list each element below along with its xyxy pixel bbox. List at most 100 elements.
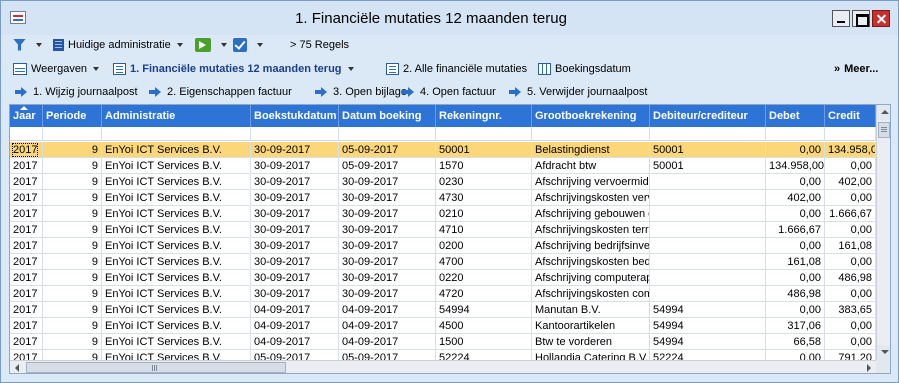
table-row-selected[interactable]: 2017 9 EnYoi ICT Services B.V. 30-09-2017 05… — [10, 142, 876, 158]
cell-jaar[interactable]: 2017 — [10, 158, 43, 174]
cell-periode[interactable]: 9 — [43, 222, 102, 238]
cell-grootboekrekening[interactable]: Btw te vorderen — [532, 334, 650, 350]
cell-datum-boeking[interactable]: 30-09-2017 — [339, 222, 436, 238]
views-dropdown[interactable]: Weergaven — [13, 60, 100, 77]
table-row[interactable]: 2017 9 EnYoi ICT Services B.V. 30-09-2017 30… — [10, 238, 876, 254]
cell-debiteur-crediteur[interactable] — [650, 270, 766, 286]
cell-administratie[interactable]: EnYoi ICT Services B.V. — [102, 174, 251, 190]
export-dropdown[interactable] — [195, 36, 227, 53]
action-delete-journal[interactable]: 5. Verwijder journaalpost — [509, 83, 647, 100]
cell-rekeningnr[interactable]: 0220 — [436, 270, 532, 286]
cell-jaar[interactable]: 2017 — [10, 142, 43, 158]
cell-grootboekrekening[interactable]: Belastingdienst — [532, 142, 650, 158]
column-header-rekeningnr[interactable]: Rekeningnr. — [436, 105, 532, 127]
cell-periode[interactable]: 9 — [43, 174, 102, 190]
column-header-credit[interactable]: Credit — [825, 105, 876, 127]
cell-jaar[interactable]: 2017 — [10, 318, 43, 334]
cell-debet[interactable]: 66,58 — [766, 334, 825, 350]
cell-datum-boeking[interactable]: 30-09-2017 — [339, 238, 436, 254]
filter-cell[interactable] — [251, 127, 339, 141]
cell-datum-boeking[interactable]: 30-09-2017 — [339, 286, 436, 302]
cell-periode[interactable]: 9 — [43, 158, 102, 174]
cell-credit[interactable]: 0,00 — [825, 286, 876, 302]
cell-periode[interactable]: 9 — [43, 302, 102, 318]
cell-boekstukdatum[interactable]: 30-09-2017 — [251, 190, 339, 206]
cell-boekstukdatum[interactable]: 30-09-2017 — [251, 142, 339, 158]
action-open-invoice[interactable]: 4. Open factuur — [402, 83, 496, 100]
cell-administratie[interactable]: EnYoi ICT Services B.V. — [102, 222, 251, 238]
cell-grootboekrekening[interactable]: Afschrijving gebouwen en terreinen — [532, 206, 650, 222]
minimize-button[interactable] — [832, 10, 850, 27]
cell-administratie[interactable]: EnYoi ICT Services B.V. — [102, 302, 251, 318]
table-row[interactable]: 2017 9 EnYoi ICT Services B.V. 05-09-2017 05… — [10, 350, 876, 360]
vertical-scrollbar[interactable] — [876, 105, 890, 360]
cell-boekstukdatum[interactable]: 30-09-2017 — [251, 222, 339, 238]
cell-boekstukdatum[interactable]: 30-09-2017 — [251, 174, 339, 190]
cell-boekstukdatum[interactable]: 04-09-2017 — [251, 318, 339, 334]
cell-debiteur-crediteur[interactable] — [650, 174, 766, 190]
cell-periode[interactable]: 9 — [43, 206, 102, 222]
cell-boekstukdatum[interactable]: 30-09-2017 — [251, 254, 339, 270]
cell-grootboekrekening[interactable]: Hollandia Catering B.V. — [532, 350, 650, 360]
table-row[interactable]: 2017 9 EnYoi ICT Services B.V. 04-09-2017 04… — [10, 334, 876, 350]
cell-debet[interactable]: 0,00 — [766, 142, 825, 158]
cell-jaar[interactable]: 2017 — [10, 206, 43, 222]
cell-boekstukdatum[interactable]: 30-09-2017 — [251, 158, 339, 174]
cell-rekeningnr[interactable]: 4700 — [436, 254, 532, 270]
cell-rekeningnr[interactable]: 54994 — [436, 302, 532, 318]
cell-jaar[interactable]: 2017 — [10, 254, 43, 270]
cell-administratie[interactable]: EnYoi ICT Services B.V. — [102, 286, 251, 302]
action-invoice-properties[interactable]: 2. Eigenschappen factuur — [149, 83, 292, 100]
cell-debiteur-crediteur[interactable]: 54994 — [650, 318, 766, 334]
cell-boekstukdatum[interactable]: 04-09-2017 — [251, 302, 339, 318]
cell-credit[interactable]: 383,65 — [825, 302, 876, 318]
cell-jaar[interactable]: 2017 — [10, 222, 43, 238]
cell-boekstukdatum[interactable]: 05-09-2017 — [251, 350, 339, 360]
cell-credit[interactable]: 0,00 — [825, 334, 876, 350]
cell-grootboekrekening[interactable]: Afschrijving vervoermiddelen — [532, 174, 650, 190]
cell-grootboekrekening[interactable]: Afschrijving bedrijfsinventaris — [532, 238, 650, 254]
table-row[interactable]: 2017 9 EnYoi ICT Services B.V. 30-09-2017 30… — [10, 174, 876, 190]
filter-cell[interactable] — [339, 127, 436, 141]
close-button[interactable] — [872, 10, 890, 27]
cell-credit[interactable]: 161,08 — [825, 238, 876, 254]
cell-jaar[interactable]: 2017 — [10, 350, 43, 360]
cell-datum-boeking[interactable]: 30-09-2017 — [339, 206, 436, 222]
cell-debiteur-crediteur[interactable]: 54994 — [650, 334, 766, 350]
more-button[interactable]: » Meer... — [834, 60, 878, 77]
column-header-administratie[interactable]: Administratie — [102, 105, 251, 127]
cell-debet[interactable]: 161,08 — [766, 254, 825, 270]
filter-dropdown[interactable] — [13, 36, 42, 53]
cell-debet[interactable]: 0,00 — [766, 302, 825, 318]
vertical-scroll-thumb[interactable] — [878, 122, 890, 138]
cell-debet[interactable]: 134.958,00 — [766, 158, 825, 174]
cell-datum-boeking[interactable]: 30-09-2017 — [339, 270, 436, 286]
cell-credit[interactable]: 134.958,00 — [825, 142, 876, 158]
cell-jaar[interactable]: 2017 — [10, 286, 43, 302]
cell-rekeningnr[interactable]: 4710 — [436, 222, 532, 238]
cell-administratie[interactable]: EnYoi ICT Services B.V. — [102, 270, 251, 286]
cell-credit[interactable]: 0,00 — [825, 158, 876, 174]
cell-debiteur-crediteur[interactable]: 52224 — [650, 350, 766, 360]
cell-rekeningnr[interactable]: 4500 — [436, 318, 532, 334]
cell-grootboekrekening[interactable]: Manutan B.V. — [532, 302, 650, 318]
table-row[interactable]: 2017 9 EnYoi ICT Services B.V. 04-09-2017 04… — [10, 318, 876, 334]
cell-credit[interactable]: 402,00 — [825, 174, 876, 190]
scroll-left-icon[interactable] — [10, 361, 25, 373]
cell-grootboekrekening[interactable]: Afschrijvingskosten bedrijfsinventaris — [532, 254, 650, 270]
cell-datum-boeking[interactable]: 05-09-2017 — [339, 142, 436, 158]
cell-jaar[interactable]: 2017 — [10, 270, 43, 286]
horizontal-scrollbar[interactable] — [10, 360, 876, 373]
view-all-mutations[interactable]: 2. Alle financiële mutaties — [386, 60, 527, 77]
table-row[interactable]: 2017 9 EnYoi ICT Services B.V. 30-09-2017 30… — [10, 206, 876, 222]
cell-administratie[interactable]: EnYoi ICT Services B.V. — [102, 318, 251, 334]
cell-datum-boeking[interactable]: 30-09-2017 — [339, 174, 436, 190]
filter-cell[interactable] — [766, 127, 825, 141]
cell-periode[interactable]: 9 — [43, 142, 102, 158]
filter-cell[interactable] — [10, 127, 43, 141]
cell-rekeningnr[interactable]: 1570 — [436, 158, 532, 174]
cell-periode[interactable]: 9 — [43, 286, 102, 302]
cell-credit[interactable]: 0,00 — [825, 318, 876, 334]
cell-rekeningnr[interactable]: 0230 — [436, 174, 532, 190]
cell-debiteur-crediteur[interactable] — [650, 222, 766, 238]
